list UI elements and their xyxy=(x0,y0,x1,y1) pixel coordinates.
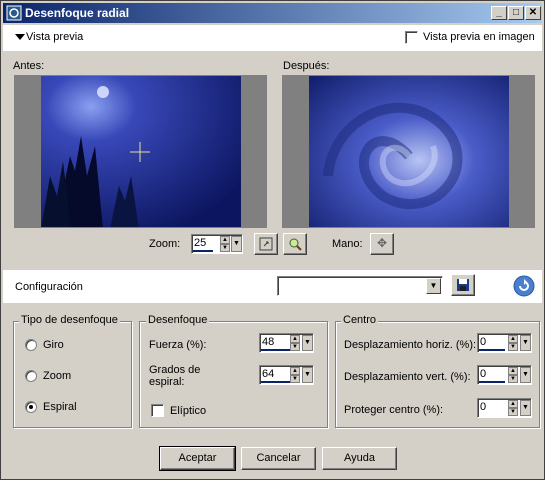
elliptic-checkbox[interactable] xyxy=(151,404,164,417)
config-dropdown[interactable]: ▼ xyxy=(277,276,443,296)
after-label: Después: xyxy=(283,60,330,72)
save-icon xyxy=(457,279,469,291)
strength-stepper[interactable]: 48 ▲ ▼ ▼ xyxy=(259,333,314,353)
h-offset-label: Desplazamiento horiz. (%): xyxy=(344,339,477,351)
spiral-label-line2: espiral: xyxy=(149,376,185,388)
ok-button[interactable]: Aceptar xyxy=(159,446,236,471)
navigate-button[interactable] xyxy=(283,233,307,255)
pan-label: Mano: xyxy=(332,238,363,250)
title-bar[interactable]: Desenfoque radial _ □ ✕ xyxy=(3,3,542,23)
zoom-label: Zoom: xyxy=(149,238,181,250)
blur-title: Desenfoque xyxy=(146,314,210,326)
collapse-triangle-icon[interactable] xyxy=(15,34,25,40)
radio-espiral-label[interactable]: Espiral xyxy=(43,401,77,413)
center-title: Centro xyxy=(341,314,379,326)
reset-icon xyxy=(513,275,535,297)
after-image xyxy=(309,76,509,227)
app-icon xyxy=(6,5,22,21)
dialog-window: Desenfoque radial _ □ ✕ Vista previa Vis… xyxy=(0,0,545,480)
radio-giro-label[interactable]: Giro xyxy=(43,339,64,351)
config-label: Configuración xyxy=(15,281,83,293)
after-preview xyxy=(282,75,535,228)
elliptic-label[interactable]: Elíptico xyxy=(170,405,206,417)
protect-center-label: Proteger centro (%): xyxy=(344,404,444,416)
preview-toggle-label[interactable]: Vista previa xyxy=(26,31,83,43)
pan-crosshair-icon: ✥ xyxy=(376,236,388,250)
window-title: Desenfoque radial xyxy=(25,6,130,20)
chevron-down-icon[interactable]: ▼ xyxy=(426,278,441,294)
protect-center-stepper[interactable]: 0 ▲ ▼ ▼ xyxy=(477,398,532,418)
radio-zoom[interactable] xyxy=(25,370,37,382)
spiral-stepper[interactable]: 64 ▲ ▼ ▼ xyxy=(259,365,314,385)
before-label: Antes: xyxy=(13,60,45,72)
v-offset-label: Desplazamiento vert. (%): xyxy=(344,371,471,383)
maximize-button[interactable]: □ xyxy=(508,6,524,20)
radio-espiral[interactable] xyxy=(25,401,37,413)
fit-zoom-button[interactable] xyxy=(254,233,278,255)
minimize-button[interactable]: _ xyxy=(491,6,507,20)
close-button[interactable]: ✕ xyxy=(525,6,541,20)
strength-label: Fuerza (%): xyxy=(149,339,207,351)
v-offset-stepper[interactable]: 0 ▲ ▼ ▼ xyxy=(477,365,532,385)
radio-zoom-label[interactable]: Zoom xyxy=(43,370,71,382)
spiral-label-line1: Grados de xyxy=(149,364,201,376)
before-image[interactable] xyxy=(15,76,267,228)
radio-giro[interactable] xyxy=(25,339,37,351)
cancel-button[interactable]: Cancelar xyxy=(241,447,316,470)
blur-type-title: Tipo de desenfoque xyxy=(19,314,120,326)
h-offset-stepper[interactable]: 0 ▲ ▼ ▼ xyxy=(477,333,532,353)
help-button[interactable]: Ayuda xyxy=(322,447,397,470)
reset-button[interactable] xyxy=(513,275,535,297)
pan-button[interactable]: ✥ xyxy=(370,233,394,255)
save-config-button[interactable] xyxy=(451,274,475,296)
preview-in-image-checkbox[interactable] xyxy=(405,31,418,44)
magnifier-icon xyxy=(289,238,302,251)
preview-in-image-label[interactable]: Vista previa en imagen xyxy=(423,31,535,43)
zoom-stepper[interactable]: 25 ▲ ▼ ▼ xyxy=(191,234,243,254)
resize-icon xyxy=(259,237,273,251)
before-preview[interactable] xyxy=(14,75,267,228)
